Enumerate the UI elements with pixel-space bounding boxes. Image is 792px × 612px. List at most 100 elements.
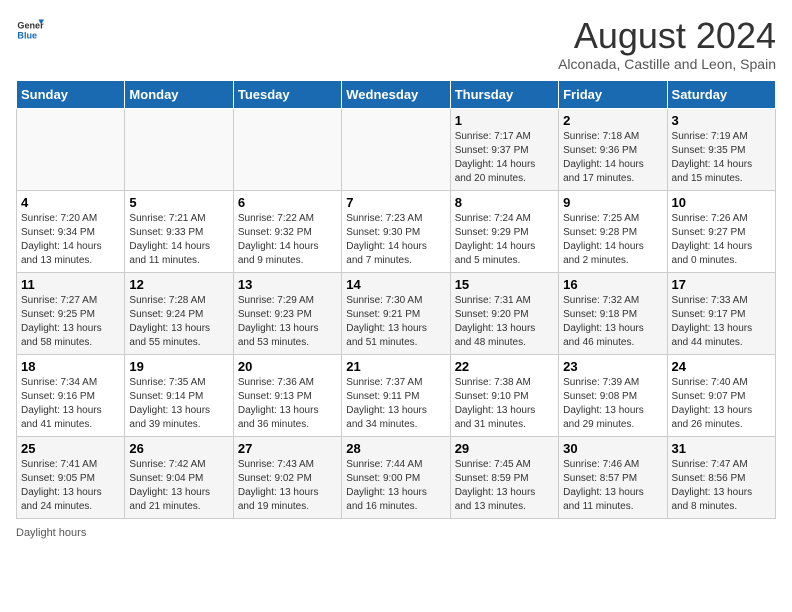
day-info: Sunrise: 7:17 AM Sunset: 9:37 PM Dayligh…: [455, 130, 554, 186]
day-of-week-header: Sunday: [17, 80, 125, 108]
calendar-day-cell: 24Sunrise: 7:40 AM Sunset: 9:07 PM Dayli…: [667, 354, 775, 436]
calendar-day-cell: 10 Sunrise: 7:26 AM Sunset: 9:27 PM Dayli…: [667, 190, 775, 272]
day-of-week-header: Wednesday: [342, 80, 450, 108]
day-info: Sunrise: 7:28 AM Sunset: 9:24 PM Dayligh…: [129, 294, 228, 350]
day-of-week-header: Saturday: [667, 80, 775, 108]
day-number: 29: [455, 441, 554, 456]
day-number: 26: [129, 441, 228, 456]
calendar-day-cell: 19 Sunrise: 7:35 AM Sunset: 9:14 PM Dayli…: [125, 354, 233, 436]
calendar-day-cell: 5 Sunrise: 7:21 AM Sunset: 9:33 PM Daylig…: [125, 190, 233, 272]
calendar-day-cell: 30 Sunrise: 7:46 AM Sunset: 8:57 PM Dayli…: [559, 436, 667, 518]
day-number: 7: [346, 195, 445, 210]
calendar-day-cell: 21 Sunrise: 7:37 AM Sunset: 9:11 PM Dayli…: [342, 354, 450, 436]
day-info: Sunrise: 7:35 AM Sunset: 9:14 PM Dayligh…: [129, 376, 228, 432]
month-year-title: August 2024: [558, 16, 776, 56]
calendar-day-cell: [233, 108, 341, 190]
day-number: 15: [455, 277, 554, 292]
logo: General Blue: [16, 16, 44, 44]
calendar-day-cell: 26 Sunrise: 7:42 AM Sunset: 9:04 PM Dayli…: [125, 436, 233, 518]
calendar-day-cell: 13Sunrise: 7:29 AM Sunset: 9:23 PM Dayli…: [233, 272, 341, 354]
day-number: 21: [346, 359, 445, 374]
day-info: Sunrise: 7:25 AM Sunset: 9:28 PM Dayligh…: [563, 212, 662, 268]
calendar-day-cell: 16Sunrise: 7:32 AM Sunset: 9:18 PM Dayli…: [559, 272, 667, 354]
calendar-day-cell: 29Sunrise: 7:45 AM Sunset: 8:59 PM Dayli…: [450, 436, 558, 518]
calendar-day-cell: 17Sunrise: 7:33 AM Sunset: 9:17 PM Dayli…: [667, 272, 775, 354]
day-number: 28: [346, 441, 445, 456]
day-number: 12: [129, 277, 228, 292]
calendar-day-cell: 1 Sunrise: 7:17 AM Sunset: 9:37 PM Daylig…: [450, 108, 558, 190]
day-number: 20: [238, 359, 337, 374]
logo-icon: General Blue: [16, 16, 44, 44]
header: General Blue August 2024 Alconada, Casti…: [16, 16, 776, 72]
day-number: 19: [129, 359, 228, 374]
day-of-week-header: Thursday: [450, 80, 558, 108]
day-number: 27: [238, 441, 337, 456]
calendar-week-row: 11 Sunrise: 7:27 AM Sunset: 9:25 PM Dayli…: [17, 272, 776, 354]
day-info: Sunrise: 7:34 AM Sunset: 9:16 PM Dayligh…: [21, 376, 120, 432]
day-number: 22: [455, 359, 554, 374]
calendar-day-cell: 8 Sunrise: 7:24 AM Sunset: 9:29 PM Daylig…: [450, 190, 558, 272]
day-info: Sunrise: 7:37 AM Sunset: 9:11 PM Dayligh…: [346, 376, 445, 432]
day-number: 10: [672, 195, 771, 210]
day-info: Sunrise: 7:27 AM Sunset: 9:25 PM Dayligh…: [21, 294, 120, 350]
day-info: Sunrise: 7:22 AM Sunset: 9:32 PM Dayligh…: [238, 212, 337, 268]
day-number: 30: [563, 441, 662, 456]
svg-text:Blue: Blue: [17, 30, 37, 40]
calendar-day-cell: 3Sunrise: 7:19 AM Sunset: 9:35 PM Daylig…: [667, 108, 775, 190]
calendar-day-cell: 18Sunrise: 7:34 AM Sunset: 9:16 PM Dayli…: [17, 354, 125, 436]
day-number: 11: [21, 277, 120, 292]
day-info: Sunrise: 7:32 AM Sunset: 9:18 PM Dayligh…: [563, 294, 662, 350]
day-number: 25: [21, 441, 120, 456]
calendar-day-cell: [342, 108, 450, 190]
day-number: 9: [563, 195, 662, 210]
day-info: Sunrise: 7:26 AM Sunset: 9:27 PM Dayligh…: [672, 212, 771, 268]
day-info: Sunrise: 7:23 AM Sunset: 9:30 PM Dayligh…: [346, 212, 445, 268]
calendar-body: 1 Sunrise: 7:17 AM Sunset: 9:37 PM Daylig…: [17, 108, 776, 518]
day-info: Sunrise: 7:44 AM Sunset: 9:00 PM Dayligh…: [346, 458, 445, 514]
day-info: Sunrise: 7:39 AM Sunset: 9:08 PM Dayligh…: [563, 376, 662, 432]
day-number: 5: [129, 195, 228, 210]
day-info: Sunrise: 7:47 AM Sunset: 8:56 PM Dayligh…: [672, 458, 771, 514]
day-info: Sunrise: 7:38 AM Sunset: 9:10 PM Dayligh…: [455, 376, 554, 432]
calendar-day-cell: 27 Sunrise: 7:43 AM Sunset: 9:02 PM Dayli…: [233, 436, 341, 518]
calendar-day-cell: 20 Sunrise: 7:36 AM Sunset: 9:13 PM Dayli…: [233, 354, 341, 436]
day-number: 8: [455, 195, 554, 210]
day-info: Sunrise: 7:40 AM Sunset: 9:07 PM Dayligh…: [672, 376, 771, 432]
calendar-day-cell: [125, 108, 233, 190]
calendar-table: SundayMondayTuesdayWednesdayThursdayFrid…: [16, 80, 776, 519]
day-number: 31: [672, 441, 771, 456]
day-of-week-header: Friday: [559, 80, 667, 108]
day-number: 1: [455, 113, 554, 128]
day-info: Sunrise: 7:36 AM Sunset: 9:13 PM Dayligh…: [238, 376, 337, 432]
day-info: Sunrise: 7:42 AM Sunset: 9:04 PM Dayligh…: [129, 458, 228, 514]
footer-note: Daylight hours: [16, 527, 776, 539]
day-number: 2: [563, 113, 662, 128]
day-info: Sunrise: 7:24 AM Sunset: 9:29 PM Dayligh…: [455, 212, 554, 268]
calendar-day-cell: 14Sunrise: 7:30 AM Sunset: 9:21 PM Dayli…: [342, 272, 450, 354]
calendar-day-cell: 2Sunrise: 7:18 AM Sunset: 9:36 PM Daylig…: [559, 108, 667, 190]
calendar-day-cell: 15 Sunrise: 7:31 AM Sunset: 9:20 PM Dayli…: [450, 272, 558, 354]
calendar-day-cell: 9 Sunrise: 7:25 AM Sunset: 9:28 PM Daylig…: [559, 190, 667, 272]
day-number: 4: [21, 195, 120, 210]
day-number: 23: [563, 359, 662, 374]
day-number: 13: [238, 277, 337, 292]
calendar-week-row: 1 Sunrise: 7:17 AM Sunset: 9:37 PM Daylig…: [17, 108, 776, 190]
calendar-day-cell: 31 Sunrise: 7:47 AM Sunset: 8:56 PM Dayli…: [667, 436, 775, 518]
calendar-day-cell: 7 Sunrise: 7:23 AM Sunset: 9:30 PM Daylig…: [342, 190, 450, 272]
day-info: Sunrise: 7:46 AM Sunset: 8:57 PM Dayligh…: [563, 458, 662, 514]
day-of-week-header: Monday: [125, 80, 233, 108]
day-info: Sunrise: 7:33 AM Sunset: 9:17 PM Dayligh…: [672, 294, 771, 350]
calendar-day-cell: 23 Sunrise: 7:39 AM Sunset: 9:08 PM Dayli…: [559, 354, 667, 436]
day-info: Sunrise: 7:31 AM Sunset: 9:20 PM Dayligh…: [455, 294, 554, 350]
location-subtitle: Alconada, Castille and Leon, Spain: [558, 56, 776, 72]
calendar-day-cell: 6Sunrise: 7:22 AM Sunset: 9:32 PM Daylig…: [233, 190, 341, 272]
day-info: Sunrise: 7:43 AM Sunset: 9:02 PM Dayligh…: [238, 458, 337, 514]
day-info: Sunrise: 7:21 AM Sunset: 9:33 PM Dayligh…: [129, 212, 228, 268]
day-info: Sunrise: 7:20 AM Sunset: 9:34 PM Dayligh…: [21, 212, 120, 268]
calendar-day-cell: [17, 108, 125, 190]
calendar-day-cell: 11 Sunrise: 7:27 AM Sunset: 9:25 PM Dayli…: [17, 272, 125, 354]
calendar-header: SundayMondayTuesdayWednesdayThursdayFrid…: [17, 80, 776, 108]
calendar-day-cell: 22 Sunrise: 7:38 AM Sunset: 9:10 PM Dayli…: [450, 354, 558, 436]
calendar-day-cell: 12 Sunrise: 7:28 AM Sunset: 9:24 PM Dayli…: [125, 272, 233, 354]
day-of-week-header: Tuesday: [233, 80, 341, 108]
